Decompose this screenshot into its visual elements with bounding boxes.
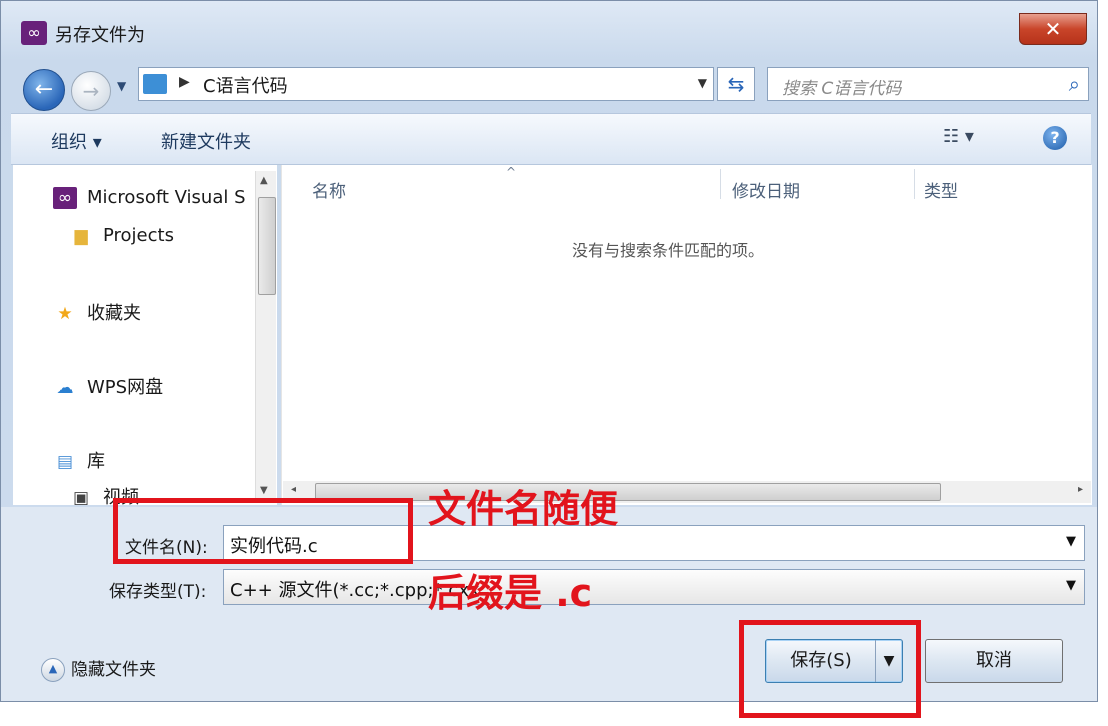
hide-folders-button[interactable]: ▲ 隐藏文件夹 (41, 655, 156, 682)
visual-studio-icon: ∞ (53, 187, 77, 209)
video-icon: ▣ (72, 488, 90, 505)
column-header-name[interactable]: 名称 (312, 177, 346, 202)
folder-location-icon (143, 74, 167, 94)
chevron-down-icon[interactable]: ▼ (698, 76, 707, 90)
annotation-extension-note: 后缀是 .c (428, 571, 593, 615)
navigation-pane: ∞ Microsoft Visual S ▆ Projects ★ 收藏夹 ☁ WPS网… (13, 165, 277, 505)
sidebar-item-label: Microsoft Visual S (87, 187, 246, 208)
scroll-down-icon[interactable]: ▼ (260, 485, 268, 496)
dialog-title: 另存文件为 (55, 25, 145, 46)
recent-locations-dropdown[interactable]: ▼ (117, 79, 126, 93)
sidebar-item-projects[interactable]: ▆ Projects (69, 225, 174, 247)
help-icon[interactable]: ? (1043, 126, 1067, 150)
search-placeholder[interactable]: 搜索 C语言代码 (782, 74, 901, 99)
sidebar-item-label: WPS网盘 (87, 377, 164, 398)
cancel-button[interactable]: 取消 (925, 639, 1063, 683)
chevron-down-icon[interactable]: ▼ (1066, 578, 1076, 593)
chevron-down-icon[interactable]: ▼ (1066, 534, 1076, 549)
breadcrumb-separator-icon[interactable]: ▶ (179, 74, 190, 90)
navigation-bar: ← → ▼ ▶ C语言代码 ▼ ⇆ 搜索 C语言代码 ⌕ (1, 61, 1097, 111)
file-list: ^ 名称 修改日期 类型 没有与搜索条件匹配的项。 (281, 165, 1092, 505)
column-divider[interactable] (720, 169, 721, 199)
library-icon: ▤ (56, 452, 74, 472)
visual-studio-icon: ∞ (21, 21, 47, 45)
save-button-highlight-box (739, 620, 921, 718)
column-divider[interactable] (914, 169, 915, 199)
sidebar-item-label: 库 (87, 451, 105, 472)
column-header-modified[interactable]: 修改日期 (732, 177, 800, 202)
filename-highlight-box (113, 498, 413, 564)
sort-ascending-icon: ^ (506, 165, 517, 179)
scrollbar-thumb[interactable] (258, 197, 276, 295)
collapse-icon: ▲ (41, 658, 65, 682)
view-options-icon[interactable]: ☷ ▾ (943, 126, 974, 147)
filetype-label: 保存类型(T): (109, 582, 207, 602)
scroll-left-icon[interactable]: ◂ (291, 484, 296, 495)
refresh-button[interactable]: ⇆ (717, 67, 755, 101)
command-toolbar: 组织 ▾ 新建文件夹 ☷ ▾ ? (11, 113, 1091, 165)
column-header-type[interactable]: 类型 (924, 177, 958, 202)
organize-menu[interactable]: 组织 ▾ (51, 128, 102, 154)
hide-folders-label: 隐藏文件夹 (71, 660, 156, 680)
empty-results-message: 没有与搜索条件匹配的项。 (572, 241, 765, 260)
address-bar[interactable]: ▶ C语言代码 ▼ (138, 67, 714, 101)
sidebar-item-label: 收藏夹 (87, 303, 141, 324)
breadcrumb[interactable]: C语言代码 (203, 72, 288, 98)
star-icon: ★ (57, 304, 73, 324)
sidebar-item-wps-cloud[interactable]: ☁ WPS网盘 (53, 373, 164, 399)
sidebar-item-library[interactable]: ▤ 库 (53, 447, 105, 473)
title-bar: ∞ 另存文件为 ✕ (1, 1, 1097, 61)
sidebar-item-label: Projects (103, 225, 174, 246)
close-button[interactable]: ✕ (1019, 13, 1087, 45)
navigation-pane-scrollbar[interactable]: ▲ ▼ (255, 171, 276, 501)
back-button[interactable]: ← (23, 69, 65, 111)
forward-button[interactable]: → (71, 71, 111, 111)
cloud-icon: ☁ (56, 378, 74, 398)
search-icon[interactable]: ⌕ (1069, 72, 1080, 96)
annotation-filename-note: 文件名随便 (428, 487, 619, 531)
sidebar-item-visual-studio[interactable]: ∞ Microsoft Visual S (53, 187, 246, 209)
new-folder-button[interactable]: 新建文件夹 (161, 128, 251, 154)
filetype-select[interactable]: C++ 源文件(*.cc;*.cpp;*.cxx ▼ (223, 569, 1085, 605)
scroll-up-icon[interactable]: ▲ (260, 175, 268, 186)
search-input[interactable]: 搜索 C语言代码 ⌕ (767, 67, 1089, 101)
scroll-right-icon[interactable]: ▸ (1078, 484, 1083, 495)
sidebar-item-favorites[interactable]: ★ 收藏夹 (53, 299, 141, 325)
folder-icon: ▆ (74, 226, 88, 246)
